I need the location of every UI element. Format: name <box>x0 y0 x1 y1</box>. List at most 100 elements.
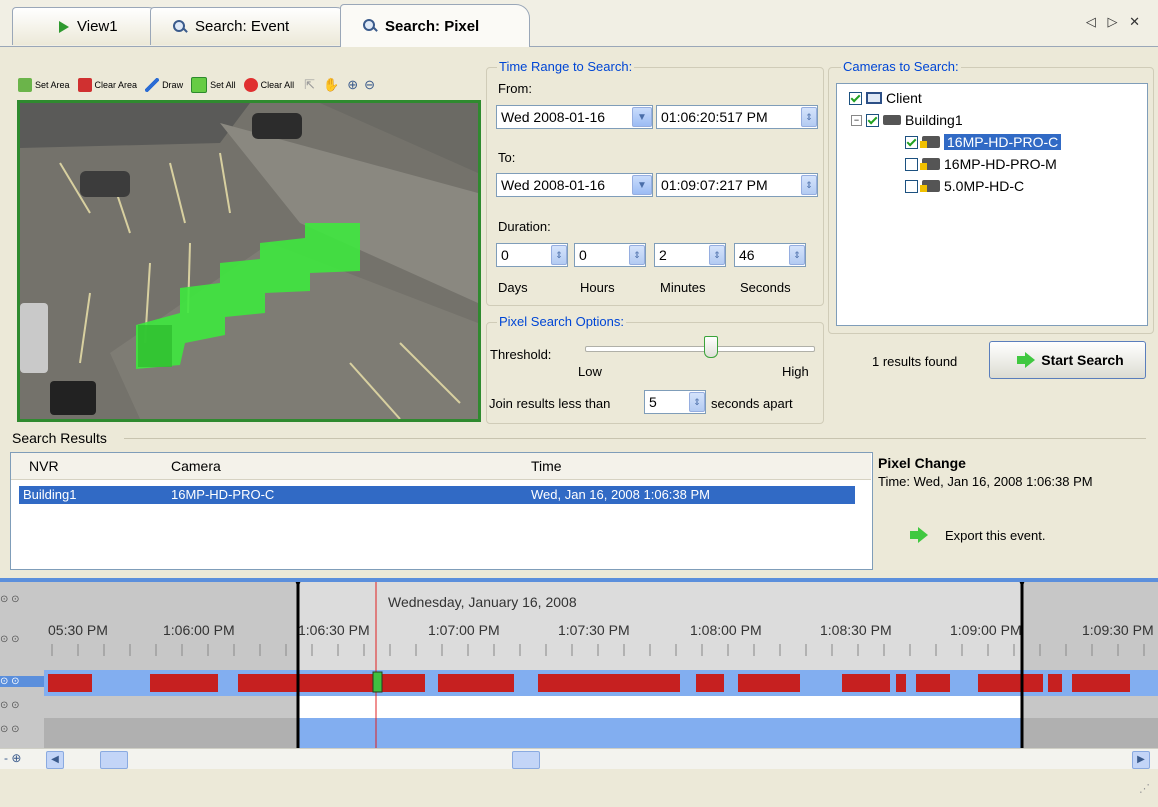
to-time-value: 01:09:07:217 PM <box>661 177 768 193</box>
tree-label: Building1 <box>905 112 963 128</box>
timeline-scrollbar[interactable]: - ⊕ ◀ ▶ <box>0 748 1158 769</box>
join-seconds-value: 5 <box>649 394 657 410</box>
motion-segment <box>1048 674 1062 692</box>
from-date-value: Wed 2008-01-16 <box>501 109 606 125</box>
motion-segment <box>48 674 92 692</box>
results-list[interactable]: NVR Camera Time Building1 16MP-HD-PRO-C … <box>10 452 873 570</box>
camera-icon <box>920 158 940 170</box>
play-icon <box>59 20 69 33</box>
join-seconds-spinner[interactable]: ⇕ <box>689 392 705 412</box>
camera-tree[interactable]: Client − Building1 16MP-HD-PRO-C 16MP-HD… <box>836 83 1148 326</box>
set-area-icon <box>18 78 32 92</box>
tree-item-camera[interactable]: 16MP-HD-PRO-C <box>905 134 1062 150</box>
cell-nvr: Building1 <box>23 487 77 502</box>
table-row[interactable]: Building1 16MP-HD-PRO-C Wed, Jan 16, 200… <box>19 486 855 504</box>
tab-search-pixel[interactable]: Search: Pixel <box>340 4 530 47</box>
motion-segment <box>916 674 950 692</box>
export-event-link[interactable]: Export this event. <box>945 528 1045 543</box>
scroll-right-button[interactable]: ▶ <box>1132 751 1150 769</box>
from-time-field[interactable]: 01:06:20:517 PM ⇕ <box>656 105 818 129</box>
pixel-change-time: Time: Wed, Jan 16, 2008 1:06:38 PM <box>878 474 1093 489</box>
set-area-button[interactable]: Set Area <box>35 80 70 90</box>
timeline-chart[interactable] <box>0 578 1158 762</box>
column-nvr[interactable]: NVR <box>29 458 59 474</box>
seconds-field[interactable]: 46 ⇕ <box>734 243 806 267</box>
timeline-date: Wednesday, January 16, 2008 <box>388 594 577 610</box>
checkbox[interactable] <box>905 157 918 171</box>
clear-all-button[interactable]: Clear All <box>261 80 295 90</box>
tick-label: 1:06:00 PM <box>163 622 235 638</box>
threshold-slider-thumb[interactable] <box>704 336 719 358</box>
threshold-slider-track[interactable] <box>585 346 815 352</box>
timeline-row-controls[interactable]: ⊙ ⊙ <box>0 700 44 711</box>
start-search-button[interactable]: Start Search <box>989 341 1146 379</box>
days-spinner[interactable]: ⇕ <box>551 245 567 265</box>
scroll-thumb[interactable] <box>512 751 540 769</box>
column-time[interactable]: Time <box>531 458 562 474</box>
set-all-button[interactable]: Set All <box>210 80 236 90</box>
chevron-down-icon[interactable]: ▼ <box>632 107 652 127</box>
collapse-icon[interactable]: − <box>851 114 862 126</box>
window-controls[interactable]: ◁ ▷ ✕ <box>1086 14 1144 30</box>
to-time-spinner[interactable]: ⇕ <box>801 175 817 195</box>
export-arrow-icon[interactable] <box>910 527 934 543</box>
set-all-icon <box>191 77 208 93</box>
seconds-label: Seconds <box>740 280 791 295</box>
chevron-down-icon[interactable]: ▼ <box>632 175 652 195</box>
checkbox[interactable] <box>905 179 918 193</box>
scroll-left-button[interactable]: ◀ <box>46 751 64 769</box>
draw-button[interactable]: Draw <box>162 80 183 90</box>
tree-item-site[interactable]: − Building1 <box>851 112 963 128</box>
camera-icon <box>920 180 940 192</box>
timeline[interactable]: Wednesday, January 16, 2008 05:30 PM 1:0… <box>0 578 1158 762</box>
resize-grip-icon[interactable]: ⋰ <box>1139 782 1150 795</box>
checkbox[interactable] <box>866 113 879 127</box>
timeline-row-controls[interactable]: ⊙ ⊙ <box>0 594 44 605</box>
timeline-row-controls[interactable]: ⊙ ⊙ <box>0 676 44 687</box>
tick-label: 1:09:00 PM <box>950 622 1022 638</box>
hours-field[interactable]: 0 ⇕ <box>574 243 646 267</box>
to-time-field[interactable]: 01:09:07:217 PM ⇕ <box>656 173 818 197</box>
checkbox[interactable] <box>849 91 862 105</box>
tab-search-event[interactable]: Search: Event <box>150 7 350 45</box>
tree-item-camera[interactable]: 5.0MP-HD-C <box>905 178 1024 194</box>
tick-label: 1:06:30 PM <box>298 622 370 638</box>
days-field[interactable]: 0 ⇕ <box>496 243 568 267</box>
clear-area-icon <box>77 78 92 92</box>
zoom-in-icon[interactable]: ⊕ <box>347 77 358 93</box>
pointer-icon[interactable]: ⇱ <box>304 77 315 93</box>
search-icon <box>173 19 187 34</box>
nvr-icon <box>883 115 901 125</box>
to-date-picker[interactable]: Wed 2008-01-16 ▼ <box>496 173 653 197</box>
scroll-thumb[interactable] <box>100 751 128 769</box>
tree-label: 16MP-HD-PRO-C <box>944 134 1062 150</box>
seconds-spinner[interactable]: ⇕ <box>789 245 805 265</box>
checkbox[interactable] <box>905 135 918 149</box>
tab-view1[interactable]: View1 <box>12 7 162 45</box>
timeline-row-controls[interactable]: ⊙ ⊙ <box>0 724 44 735</box>
from-time-spinner[interactable]: ⇕ <box>801 107 817 127</box>
time-range-title: Time Range to Search: <box>497 59 635 74</box>
results-header: NVR Camera Time <box>11 453 871 480</box>
zoom-icon[interactable]: - ⊕ <box>4 751 21 765</box>
minutes-field[interactable]: 2 ⇕ <box>654 243 726 267</box>
timeline-row-controls[interactable]: ⊙ ⊙ <box>0 634 44 645</box>
tick-label: 1:08:30 PM <box>820 622 892 638</box>
monitor-icon <box>866 92 882 104</box>
clear-area-button[interactable]: Clear Area <box>95 80 138 90</box>
zoom-out-icon[interactable]: ⊖ <box>364 77 375 93</box>
arrow-right-icon <box>1017 352 1036 368</box>
motion-segment <box>1072 674 1130 692</box>
join-label: Join results less than <box>489 396 611 411</box>
hand-icon[interactable]: ✋ <box>323 77 339 93</box>
from-date-picker[interactable]: Wed 2008-01-16 ▼ <box>496 105 653 129</box>
motion-segment <box>978 674 1043 692</box>
tree-item-client[interactable]: Client <box>849 90 922 106</box>
minutes-spinner[interactable]: ⇕ <box>709 245 725 265</box>
to-label: To: <box>498 150 516 165</box>
camera-video[interactable] <box>17 100 481 422</box>
tree-item-camera[interactable]: 16MP-HD-PRO-M <box>905 156 1057 172</box>
join-seconds-field[interactable]: 5 ⇕ <box>644 390 706 414</box>
hours-spinner[interactable]: ⇕ <box>629 245 645 265</box>
column-camera[interactable]: Camera <box>171 458 221 474</box>
